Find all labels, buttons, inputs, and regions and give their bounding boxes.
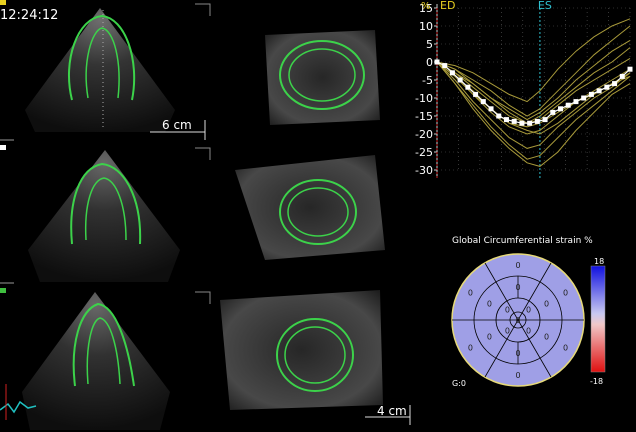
- segment-value: 0: [468, 289, 473, 298]
- average-point: [565, 102, 571, 108]
- y-tick-label: -25: [415, 146, 433, 159]
- global-value-label: G:0: [452, 379, 466, 388]
- segment-value-apex: 0: [515, 316, 520, 325]
- bullseye-map[interactable]: 000000000000000 00: [440, 250, 636, 390]
- average-point: [449, 70, 455, 76]
- average-point: [619, 73, 625, 79]
- segment-value: 0: [563, 289, 568, 298]
- y-tick-label: -10: [415, 92, 433, 105]
- average-point: [527, 120, 533, 126]
- y-tick-label: 5: [426, 38, 433, 51]
- average-point: [465, 84, 471, 90]
- strain-map-title: Global Circumferential strain %: [452, 236, 593, 246]
- average-point: [573, 99, 579, 105]
- average-point: [511, 118, 517, 124]
- average-point: [612, 81, 618, 87]
- average-point: [503, 117, 509, 123]
- apical-views[interactable]: [0, 0, 215, 432]
- average-point: [434, 59, 440, 65]
- strain-curve-4[interactable]: [436, 25, 631, 117]
- short-axis-views[interactable]: [215, 0, 415, 432]
- sa-basal-frame: [265, 30, 380, 125]
- average-point: [596, 88, 602, 94]
- y-tick-label: -15: [415, 110, 433, 123]
- average-point: [627, 66, 633, 72]
- average-point: [558, 106, 564, 112]
- segment-value: 0: [505, 305, 510, 314]
- segment-value: 0: [544, 300, 549, 309]
- apical-3ch-sector: [22, 292, 170, 430]
- average-point: [457, 77, 463, 83]
- y-tick-label: -20: [415, 128, 433, 141]
- segment-value: 0: [487, 333, 492, 342]
- scale-label-top: 6 cm: [162, 118, 192, 132]
- average-point: [550, 109, 556, 115]
- segment-value: 0: [526, 327, 531, 336]
- average-point: [488, 106, 494, 112]
- marker-label-ed: ED: [440, 0, 455, 12]
- segment-value: 0: [505, 327, 510, 336]
- segment-value: 0: [526, 305, 531, 314]
- average-point: [480, 99, 486, 105]
- segment-value: 0: [544, 333, 549, 342]
- scale-label-bottom: 4 cm: [377, 404, 407, 418]
- segment-value: 0: [468, 344, 473, 353]
- colorbar: [590, 265, 606, 373]
- segment-value: 0: [563, 344, 568, 353]
- strain-curve-11[interactable]: [436, 61, 631, 128]
- y-tick-label: 10: [419, 20, 433, 33]
- colorbar-max-label: 18: [594, 257, 605, 266]
- average-point: [581, 95, 587, 101]
- average-point: [534, 118, 540, 124]
- average-point: [542, 117, 548, 123]
- average-point: [604, 84, 610, 90]
- segment-value: 0: [515, 261, 520, 270]
- average-point: [442, 63, 448, 69]
- apical-2ch-sector: [28, 150, 180, 282]
- y-axis-label: %: [421, 1, 431, 12]
- sa-apical-frame: [220, 290, 383, 410]
- average-point: [473, 91, 479, 97]
- apical-4ch-sector: [25, 8, 175, 132]
- segment-value: 0: [515, 283, 520, 292]
- strain-curves-chart[interactable]: 151050-5-10-15-20-25-30% ED ES: [415, 0, 636, 185]
- y-tick-label: -5: [422, 74, 433, 87]
- average-point: [588, 91, 594, 97]
- average-point: [519, 120, 525, 126]
- marker-label-es: ES: [538, 0, 552, 12]
- average-point: [496, 113, 502, 119]
- segment-value: 0: [515, 371, 520, 380]
- y-tick-label: 0: [426, 56, 433, 69]
- segment-value: 0: [515, 349, 520, 358]
- strain-curve-2[interactable]: [436, 61, 631, 160]
- colorbar-min-label: -18: [590, 377, 604, 386]
- segment-value: 0: [487, 300, 492, 309]
- y-tick-label: -30: [415, 164, 433, 177]
